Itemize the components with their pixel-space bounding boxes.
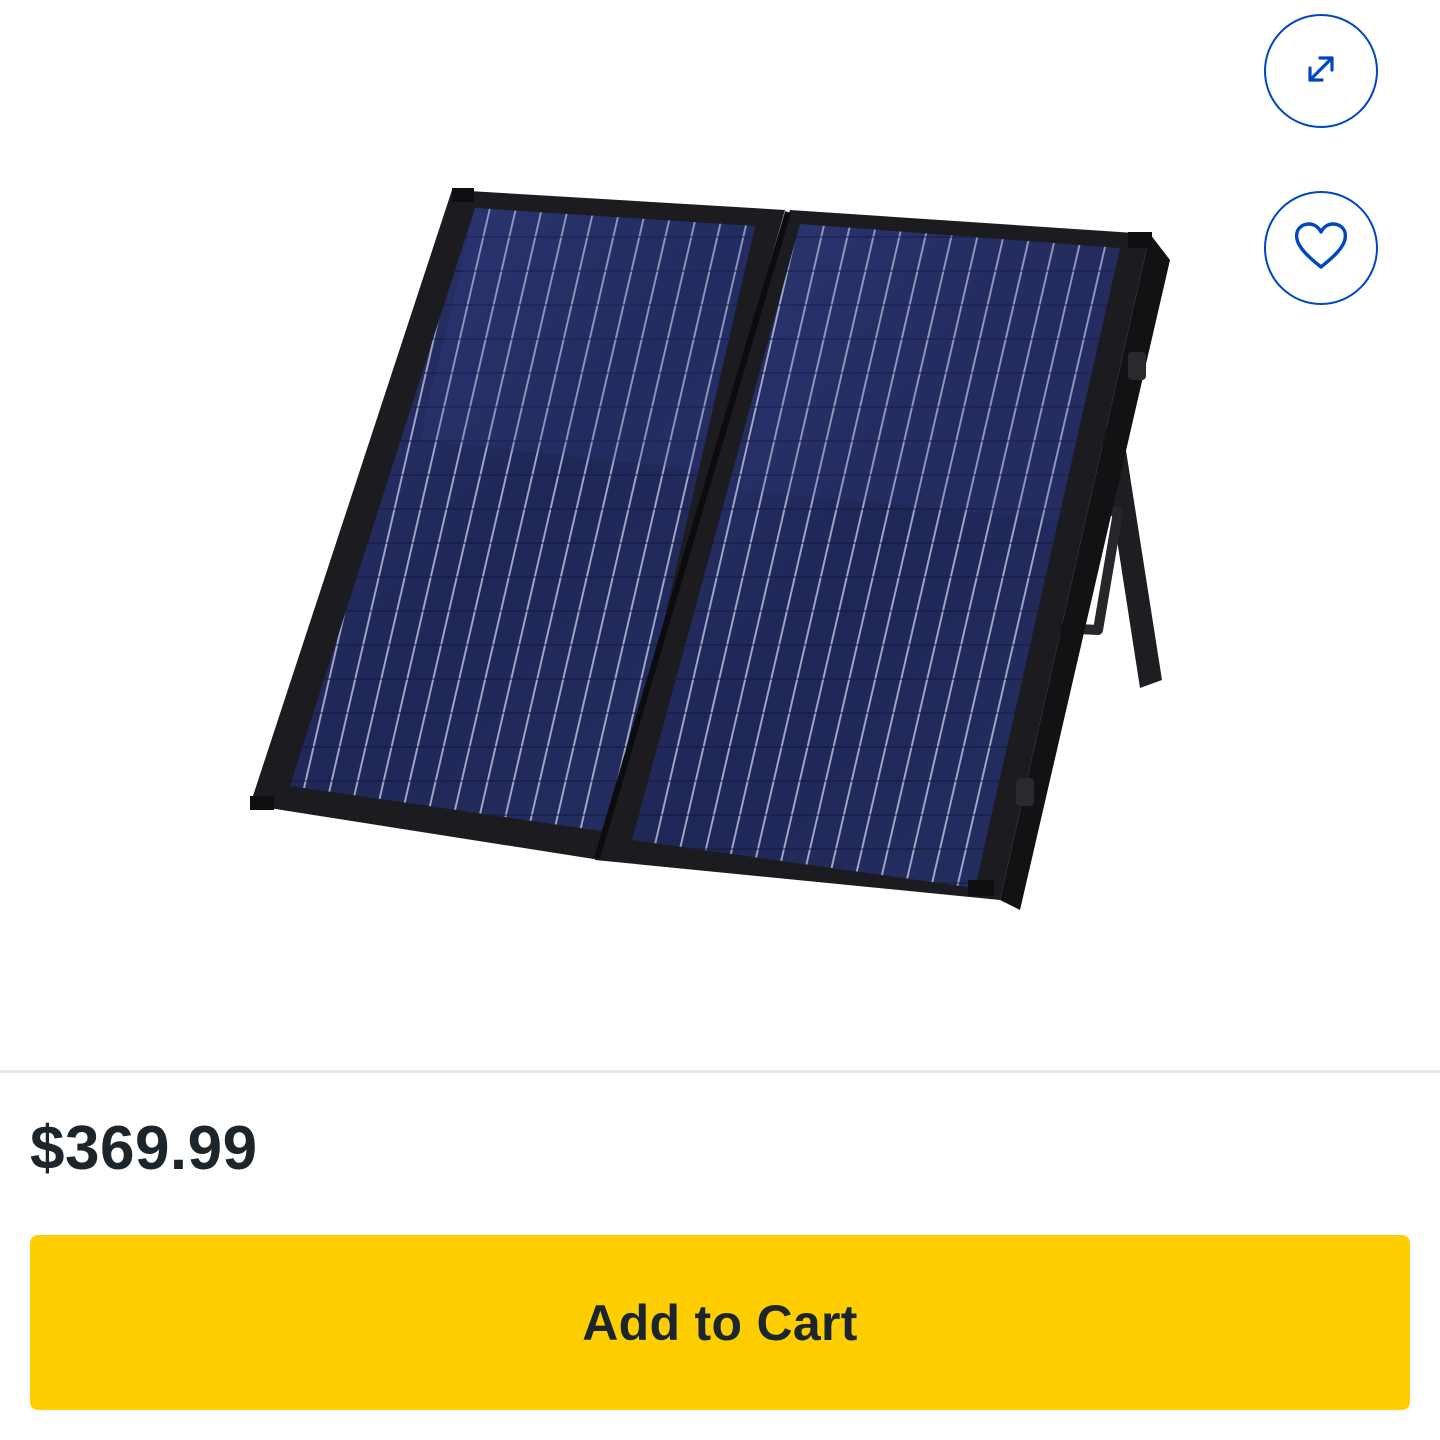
product-page: $369.99 Add to Cart <box>0 0 1440 1440</box>
expand-image-button[interactable] <box>1264 14 1378 128</box>
product-price: $369.99 <box>30 1114 258 1183</box>
section-divider <box>0 1070 1440 1073</box>
expand-arrows-icon <box>1301 49 1341 94</box>
product-image[interactable] <box>0 0 1440 1070</box>
heart-icon <box>1293 221 1349 276</box>
add-to-cart-button[interactable]: Add to Cart <box>30 1235 1410 1410</box>
solar-panel-image <box>250 188 1170 910</box>
wishlist-button[interactable] <box>1264 191 1378 305</box>
add-to-cart-label: Add to Cart <box>582 1294 858 1351</box>
